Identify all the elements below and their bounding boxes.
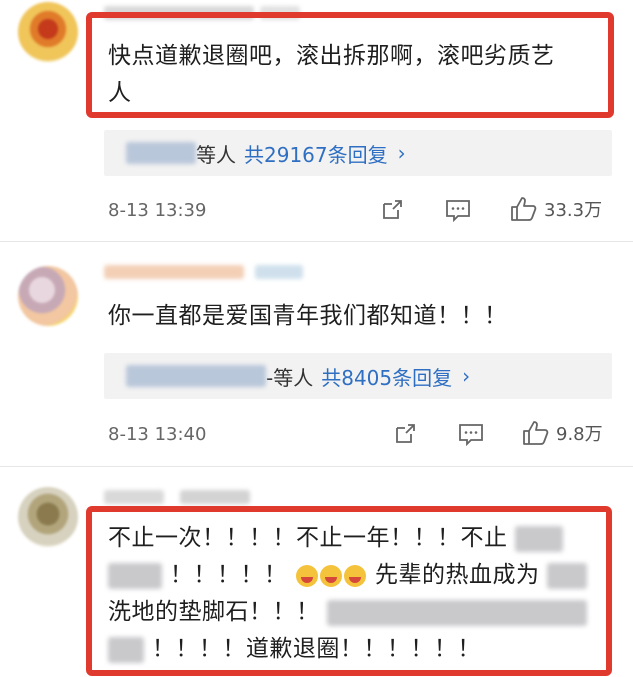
divider xyxy=(0,466,633,467)
crying-emoji-icon xyxy=(344,564,367,587)
avatar[interactable] xyxy=(18,487,78,547)
divider xyxy=(0,241,633,242)
share-icon xyxy=(383,200,402,219)
censored-text xyxy=(327,599,588,626)
like-count: 33.3万 xyxy=(544,200,603,221)
crying-emoji-icon xyxy=(320,564,343,587)
like-count: 9.8万 xyxy=(556,424,603,445)
reply-users-blurred xyxy=(126,365,266,387)
censored-text xyxy=(547,562,588,589)
censored-text xyxy=(108,636,144,663)
thumbs-up-icon xyxy=(511,197,537,221)
share-icon xyxy=(396,424,415,443)
censored-text xyxy=(515,525,564,552)
comment-button[interactable] xyxy=(445,198,471,222)
share-button[interactable] xyxy=(393,422,417,446)
crying-emoji-icon xyxy=(296,564,319,587)
avatar[interactable] xyxy=(18,2,78,62)
chevron-right-icon: › xyxy=(397,141,406,165)
avatar[interactable] xyxy=(18,266,78,326)
comment-text: 你一直都是爱国青年我们都知道！！！ xyxy=(108,303,508,329)
comment-icon xyxy=(446,200,470,222)
like-button[interactable]: 33.3万 xyxy=(510,196,602,222)
username-blurred[interactable] xyxy=(104,265,244,279)
reply-count-link[interactable]: 共8405条回复 xyxy=(321,362,452,391)
censored-text xyxy=(108,562,162,589)
like-button[interactable]: 9.8万 xyxy=(522,420,603,446)
username-blurred-2 xyxy=(180,490,250,504)
reply-suffix: 等人 xyxy=(196,142,236,167)
timestamp: 8-13 13:40 xyxy=(108,424,207,445)
comment-icon xyxy=(459,424,483,446)
reply-suffix: -等人 xyxy=(266,365,314,390)
comment-button[interactable] xyxy=(458,422,484,446)
thumbs-up-icon xyxy=(523,421,549,445)
comment-text: 不止一次！！！！不止一年！！！不止 ！！！！！ 先辈的热血成为 洗地的垫脚石！！… xyxy=(108,520,606,668)
reply-summary[interactable]: 等人 共29167条回复 › xyxy=(104,130,612,176)
reply-summary[interactable]: -等人 共8405条回复 › xyxy=(104,353,612,399)
username-blurred-2 xyxy=(255,265,303,279)
reply-users-blurred xyxy=(126,142,196,164)
timestamp: 8-13 13:39 xyxy=(108,200,207,221)
username-blurred[interactable] xyxy=(104,490,164,504)
chevron-right-icon: › xyxy=(462,364,471,388)
comment-text: 快点道歉退圈吧，滚出拆那啊，滚吧劣质艺 人 xyxy=(108,43,555,106)
reply-count-link[interactable]: 共29167条回复 xyxy=(244,139,388,168)
share-button[interactable] xyxy=(380,198,404,222)
